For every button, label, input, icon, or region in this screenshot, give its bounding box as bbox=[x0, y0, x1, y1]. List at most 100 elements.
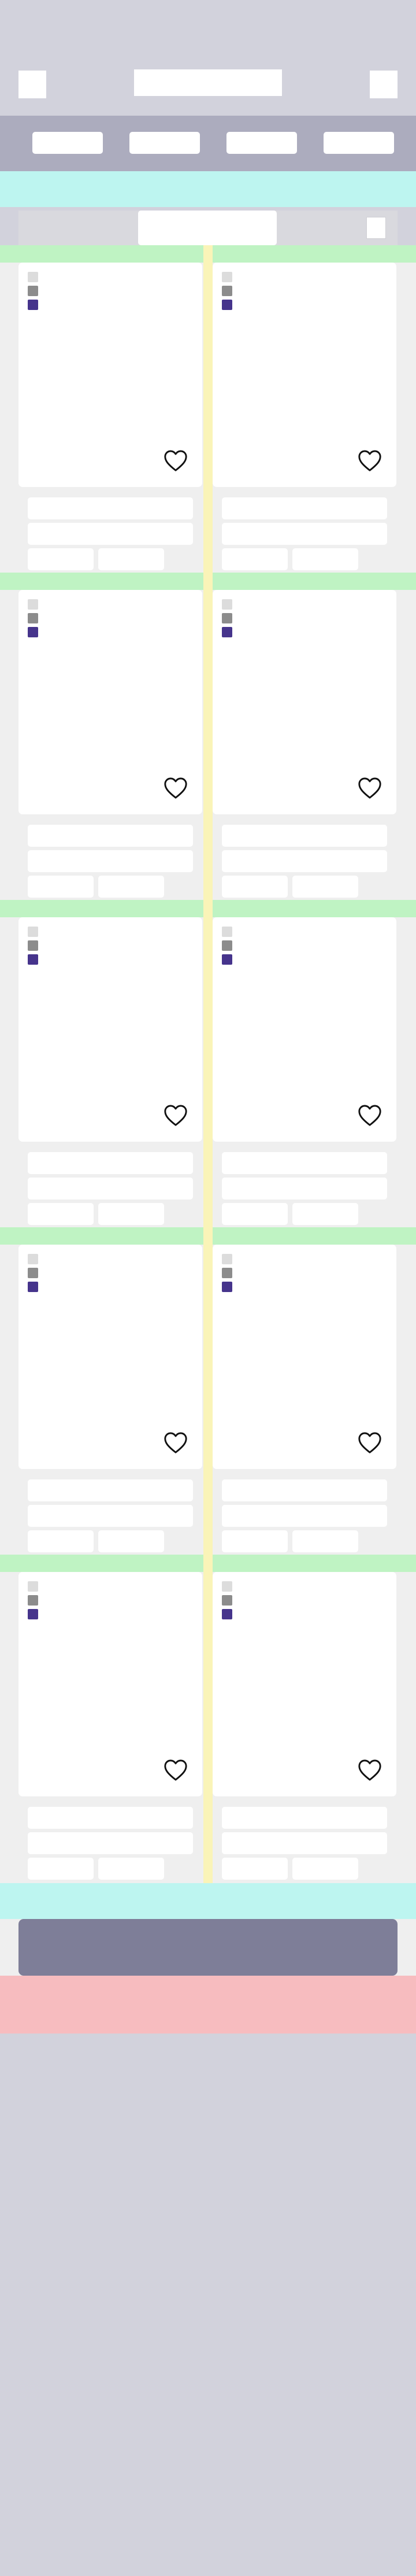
color-swatch[interactable] bbox=[28, 1282, 38, 1292]
color-swatch[interactable] bbox=[222, 940, 232, 951]
product-price bbox=[222, 1858, 288, 1880]
heart-icon[interactable] bbox=[163, 449, 188, 472]
product-card[interactable] bbox=[213, 1245, 396, 1469]
color-swatch[interactable] bbox=[28, 286, 38, 296]
color-swatch[interactable] bbox=[222, 954, 232, 965]
product-card[interactable] bbox=[213, 917, 396, 1142]
color-swatch[interactable] bbox=[222, 272, 232, 282]
heart-icon[interactable] bbox=[163, 1758, 188, 1781]
promo-banner bbox=[0, 171, 416, 207]
color-swatch[interactable] bbox=[222, 286, 232, 296]
product-title bbox=[222, 1479, 387, 1501]
nav-item-1[interactable] bbox=[32, 132, 103, 154]
heart-icon[interactable] bbox=[357, 449, 382, 472]
color-swatch[interactable] bbox=[28, 627, 38, 637]
heart-icon[interactable] bbox=[163, 776, 188, 799]
color-swatch[interactable] bbox=[28, 1254, 38, 1264]
product-subtitle bbox=[222, 1505, 387, 1527]
product-title bbox=[222, 1152, 387, 1174]
product-price bbox=[222, 548, 288, 570]
color-swatch[interactable] bbox=[222, 1609, 232, 1619]
color-swatch[interactable] bbox=[222, 927, 232, 937]
product-title bbox=[28, 1479, 193, 1501]
heart-icon[interactable] bbox=[163, 1431, 188, 1454]
product-old-price bbox=[98, 548, 164, 570]
product-subtitle bbox=[28, 1178, 193, 1200]
nav-item-4[interactable] bbox=[324, 132, 394, 154]
load-more-button[interactable] bbox=[18, 1919, 398, 1976]
column-divider bbox=[203, 245, 213, 1883]
heart-icon[interactable] bbox=[357, 1758, 382, 1781]
product-subtitle bbox=[222, 1832, 387, 1854]
product-old-price bbox=[292, 1203, 358, 1225]
product-old-price bbox=[292, 548, 358, 570]
product-card[interactable] bbox=[18, 590, 202, 814]
color-swatch[interactable] bbox=[222, 1268, 232, 1278]
product-card[interactable] bbox=[18, 1572, 202, 1796]
product-price bbox=[28, 1530, 94, 1552]
product-old-price bbox=[292, 1858, 358, 1880]
color-swatch[interactable] bbox=[222, 1282, 232, 1292]
product-card[interactable] bbox=[18, 1245, 202, 1469]
filter-checkbox[interactable] bbox=[366, 217, 386, 239]
product-card[interactable] bbox=[213, 590, 396, 814]
heart-icon[interactable] bbox=[163, 1104, 188, 1127]
product-subtitle bbox=[222, 523, 387, 545]
product-price bbox=[28, 1203, 94, 1225]
color-swatch[interactable] bbox=[28, 272, 38, 282]
product-old-price bbox=[292, 876, 358, 898]
product-title bbox=[222, 825, 387, 847]
color-swatch[interactable] bbox=[28, 954, 38, 965]
bottom-banner bbox=[0, 1883, 416, 1919]
product-title bbox=[28, 825, 193, 847]
product-old-price bbox=[98, 876, 164, 898]
product-title bbox=[28, 497, 193, 519]
color-swatch[interactable] bbox=[28, 1609, 38, 1619]
cart-icon[interactable] bbox=[370, 71, 398, 98]
product-card[interactable] bbox=[213, 263, 396, 487]
product-card[interactable] bbox=[213, 1572, 396, 1796]
product-title bbox=[28, 1807, 193, 1829]
footer-band bbox=[0, 1976, 416, 2034]
color-swatch[interactable] bbox=[222, 1581, 232, 1592]
color-swatch[interactable] bbox=[28, 1595, 38, 1606]
product-price bbox=[222, 1203, 288, 1225]
product-card[interactable] bbox=[18, 917, 202, 1142]
product-subtitle bbox=[28, 1505, 193, 1527]
color-swatch[interactable] bbox=[222, 627, 232, 637]
product-price bbox=[28, 548, 94, 570]
color-swatch[interactable] bbox=[222, 1254, 232, 1264]
product-old-price bbox=[292, 1530, 358, 1552]
page-header bbox=[0, 0, 416, 116]
heart-icon[interactable] bbox=[357, 1431, 382, 1454]
sort-dropdown[interactable] bbox=[138, 211, 277, 245]
product-price bbox=[28, 1858, 94, 1880]
color-swatch[interactable] bbox=[28, 300, 38, 310]
color-swatch[interactable] bbox=[222, 599, 232, 610]
nav-item-2[interactable] bbox=[129, 132, 200, 154]
product-old-price bbox=[98, 1858, 164, 1880]
product-price bbox=[222, 876, 288, 898]
menu-icon[interactable] bbox=[18, 71, 46, 98]
color-swatch[interactable] bbox=[222, 1595, 232, 1606]
logo[interactable] bbox=[134, 69, 282, 96]
color-swatch[interactable] bbox=[222, 300, 232, 310]
product-price bbox=[28, 876, 94, 898]
product-subtitle bbox=[222, 850, 387, 872]
heart-icon[interactable] bbox=[357, 1104, 382, 1127]
product-card[interactable] bbox=[18, 263, 202, 487]
color-swatch[interactable] bbox=[28, 940, 38, 951]
color-swatch[interactable] bbox=[28, 1268, 38, 1278]
color-swatch[interactable] bbox=[222, 613, 232, 623]
product-price bbox=[222, 1530, 288, 1552]
product-title bbox=[28, 1152, 193, 1174]
color-swatch[interactable] bbox=[28, 613, 38, 623]
color-swatch[interactable] bbox=[28, 1581, 38, 1592]
nav-item-3[interactable] bbox=[226, 132, 297, 154]
color-swatch[interactable] bbox=[28, 599, 38, 610]
product-subtitle bbox=[28, 1832, 193, 1854]
color-swatch[interactable] bbox=[28, 927, 38, 937]
product-subtitle bbox=[28, 850, 193, 872]
heart-icon[interactable] bbox=[357, 776, 382, 799]
filter-bar bbox=[18, 211, 398, 245]
